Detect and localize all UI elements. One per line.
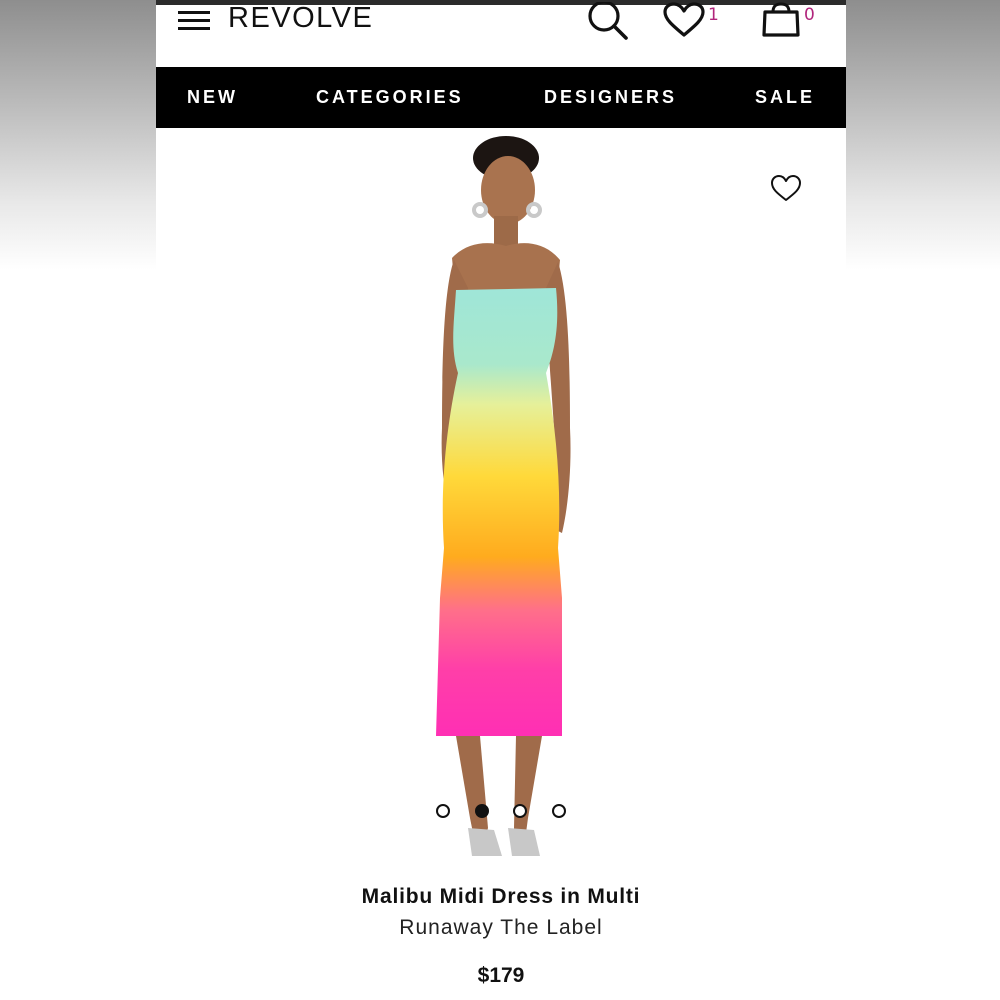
bag-count-badge: 0 [804, 5, 815, 25]
nav-item-designers[interactable]: DESIGNERS [544, 87, 677, 108]
background-left-panel [0, 0, 156, 270]
main-navigation: NEW CATEGORIES DESIGNERS SALE [156, 67, 846, 128]
search-icon[interactable] [586, 2, 630, 40]
nav-item-sale[interactable]: SALE [755, 87, 815, 108]
product-image-gallery[interactable] [156, 128, 846, 873]
gallery-dot-1[interactable] [436, 804, 450, 818]
product-title: Malibu Midi Dress in Multi [361, 885, 641, 908]
gallery-pagination [156, 804, 846, 820]
phone-screen: REVOLVE 1 0 NEW CATEGORIES DESIGNERS SAL… [156, 0, 846, 1000]
revolve-logo[interactable]: REVOLVE [228, 2, 373, 35]
wishlist-heart-icon[interactable] [662, 2, 706, 38]
gallery-dot-2[interactable] [475, 804, 489, 818]
product-price: $179 [477, 964, 525, 987]
nav-item-categories[interactable]: CATEGORIES [316, 87, 464, 108]
nav-item-new[interactable]: NEW [187, 87, 238, 108]
shopping-bag-icon[interactable] [760, 2, 802, 38]
heart-outline-icon[interactable] [770, 174, 802, 202]
product-brand-link[interactable]: Runaway The Label [156, 916, 846, 940]
hamburger-menu-icon[interactable] [178, 8, 210, 30]
background-right-panel [846, 0, 1000, 270]
wishlist-count-badge: 1 [708, 5, 719, 25]
gallery-dot-3[interactable] [513, 804, 527, 818]
gallery-dot-4[interactable] [552, 804, 566, 818]
product-photo-model [436, 136, 571, 856]
site-header: REVOLVE 1 0 [156, 0, 846, 67]
